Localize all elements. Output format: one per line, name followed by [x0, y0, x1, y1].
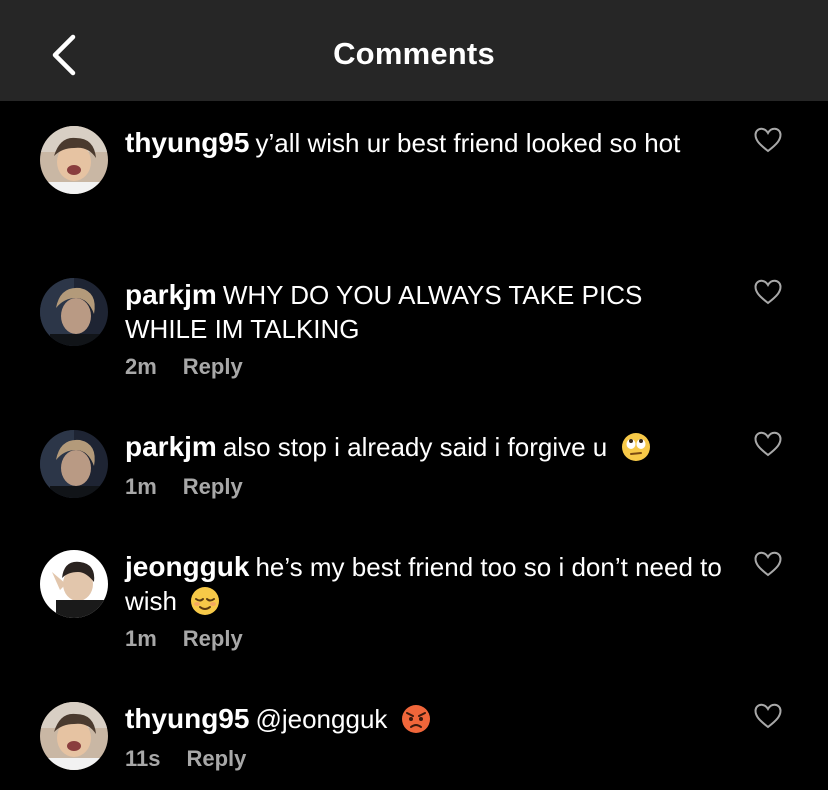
comment-username[interactable]: jeongguk	[125, 551, 249, 582]
header-bar: Comments	[0, 0, 828, 101]
comment-meta: 1m Reply	[125, 626, 243, 652]
avatar[interactable]	[40, 550, 108, 618]
comment-timestamp: 2m	[125, 354, 157, 379]
comment-meta: 11s Reply	[125, 746, 246, 772]
comment-timestamp: 1m	[125, 626, 157, 651]
comment-timestamp: 1m	[125, 474, 157, 499]
comment-username[interactable]: thyung95	[125, 127, 249, 158]
comment-meta: 1m Reply	[125, 474, 243, 500]
reply-button[interactable]: Reply	[183, 474, 243, 499]
heart-icon[interactable]	[753, 550, 783, 578]
avatar[interactable]	[40, 278, 108, 346]
comment-text: jeongguk he’s my best friend too so i don…	[125, 550, 725, 618]
comment-text: thyung95 @jeongguk	[125, 702, 725, 736]
reply-button[interactable]: Reply	[183, 626, 243, 651]
comment-body: y’all wish ur best friend looked so hot	[255, 128, 681, 158]
heart-icon[interactable]	[753, 702, 783, 730]
angry-face-icon	[401, 705, 430, 733]
heart-icon[interactable]	[753, 126, 783, 154]
comment-username[interactable]: parkjm	[125, 431, 217, 462]
comment-body: also stop i already said i forgive u	[222, 432, 608, 462]
avatar[interactable]	[40, 126, 108, 194]
face-with-rolling-eyes-icon	[621, 433, 650, 461]
relieved-face-icon	[191, 587, 220, 615]
comment-meta: 2m Reply	[125, 354, 243, 380]
avatar[interactable]	[40, 430, 108, 498]
reply-button[interactable]: Reply	[183, 354, 243, 379]
avatar[interactable]	[40, 702, 108, 770]
reply-button[interactable]: Reply	[187, 746, 247, 771]
comment-username[interactable]: parkjm	[125, 279, 217, 310]
comment-text: parkjm also stop i already said i forgive…	[125, 430, 725, 464]
comment-username[interactable]: thyung95	[125, 703, 249, 734]
comment-text: thyung95 y’all wish ur best friend looked…	[125, 126, 725, 160]
page-title: Comments	[333, 36, 495, 71]
heart-icon[interactable]	[753, 278, 783, 306]
comment-timestamp: 11s	[125, 746, 161, 771]
comment-mention[interactable]: @jeongguk	[255, 704, 387, 734]
comment-text: parkjm WHY DO YOU ALWAYS TAKE PICS WHILE …	[125, 278, 725, 346]
heart-icon[interactable]	[753, 430, 783, 458]
